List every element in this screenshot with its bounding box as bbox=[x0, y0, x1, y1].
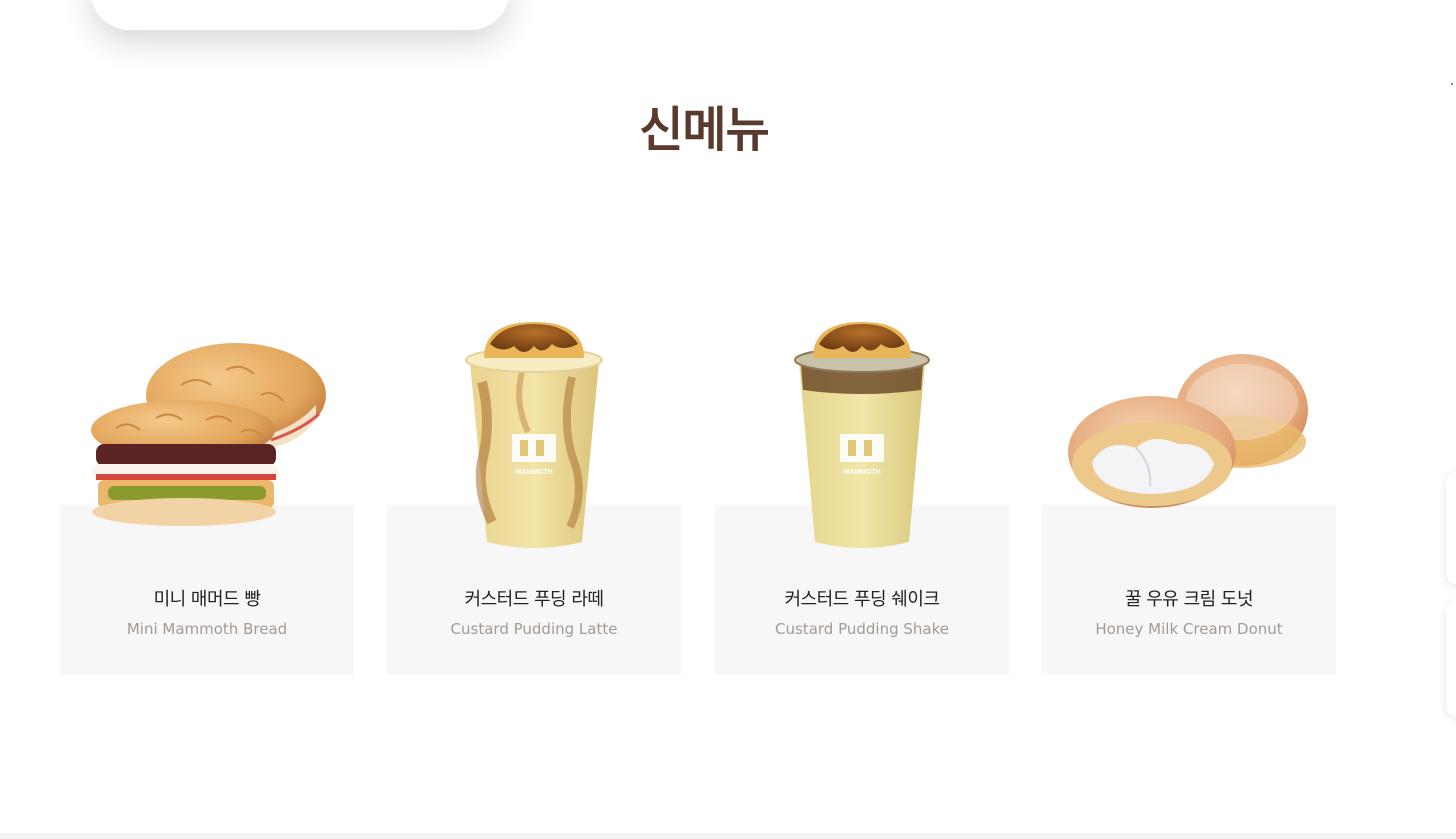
product-name-en: Custard Pudding Latte bbox=[450, 620, 618, 638]
product-name-ko: 꿀 우유 크림 도넛 bbox=[1124, 589, 1254, 610]
bottom-divider bbox=[0, 833, 1456, 839]
product-name-ko: 미니 매머드 빵 bbox=[153, 589, 261, 610]
product-name-en: Honey Milk Cream Donut bbox=[1095, 620, 1283, 638]
latte-cup-icon[interactable]: MAMMOTH bbox=[462, 322, 607, 554]
cup-logo bbox=[512, 434, 556, 462]
cup-logo bbox=[840, 434, 884, 462]
edge-text-fragment: · bbox=[1450, 78, 1455, 93]
donut-icon[interactable] bbox=[1066, 352, 1312, 512]
bread-icon[interactable] bbox=[86, 340, 331, 530]
product-name-ko: 커스터드 푸딩 라떼 bbox=[464, 589, 604, 610]
product-card-honey-milk-cream-donut[interactable]: 꿀 우유 크림 도넛 Honey Milk Cream Donut bbox=[1042, 505, 1336, 675]
cup-logo-text: MAMMOTH bbox=[843, 469, 880, 476]
top-floating-panel bbox=[90, 0, 510, 30]
shake-cup-icon[interactable]: MAMMOTH bbox=[791, 320, 933, 554]
product-name-ko: 커스터드 푸딩 쉐이크 bbox=[784, 589, 940, 610]
product-card-mini-mammoth-bread[interactable]: 미니 매머드 빵 Mini Mammoth Bread bbox=[60, 505, 354, 675]
side-quick-tab-2[interactable] bbox=[1446, 602, 1456, 716]
section-title: 신메뉴 bbox=[639, 102, 769, 158]
side-quick-tab-1[interactable] bbox=[1446, 472, 1456, 584]
product-name-en: Custard Pudding Shake bbox=[775, 620, 949, 638]
cup-logo-text: MAMMOTH bbox=[515, 469, 552, 476]
product-name-en: Mini Mammoth Bread bbox=[126, 620, 288, 638]
